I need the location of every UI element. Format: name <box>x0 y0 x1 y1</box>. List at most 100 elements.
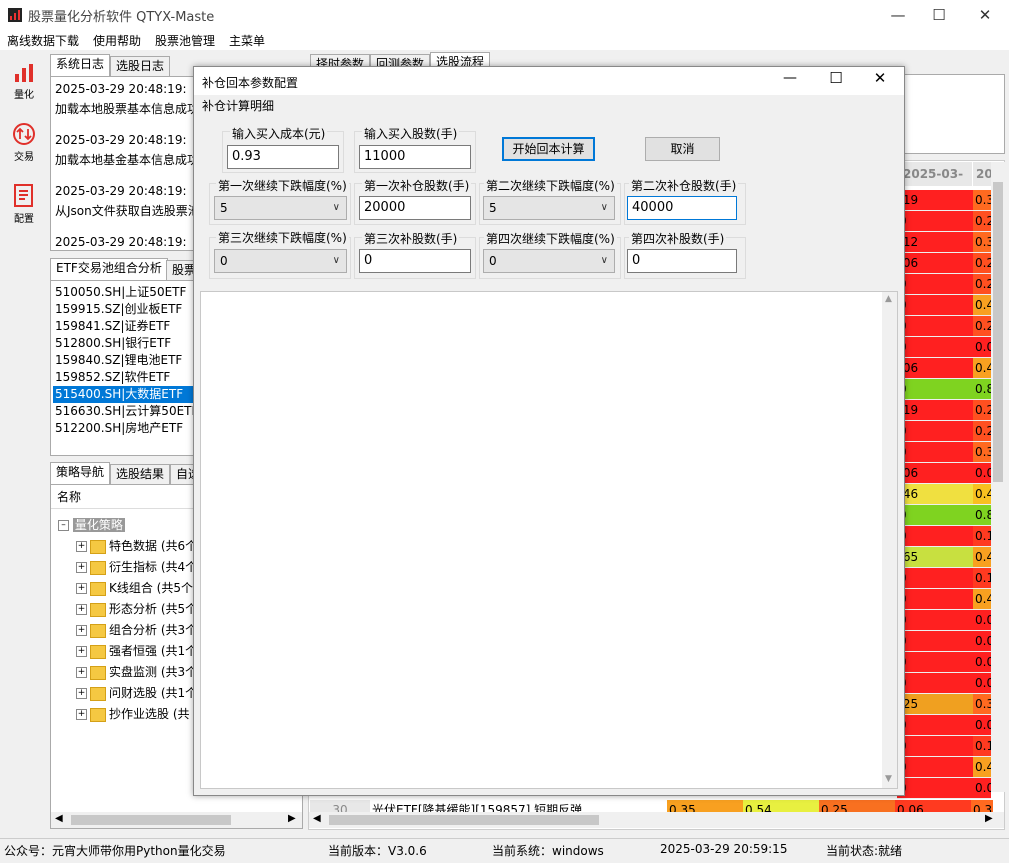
table-cell: 0.4 <box>973 358 991 379</box>
menu-help[interactable]: 使用帮助 <box>93 32 141 49</box>
tab-strategy-nav[interactable]: 策略导航 <box>50 462 111 484</box>
toolbar-trade-button[interactable]: 交易 <box>4 118 44 174</box>
collapse-icon[interactable]: – <box>58 520 69 531</box>
drop3-select[interactable]: 0 ∨ <box>214 249 347 273</box>
table-hscrollbar[interactable]: ◀ ▶ <box>309 812 1004 828</box>
table-cell: 0.0 <box>973 631 991 652</box>
scroll-right-icon[interactable]: ▶ <box>985 813 993 824</box>
expand-icon[interactable]: + <box>76 625 87 636</box>
toolbar-config-button[interactable]: 配置 <box>4 180 44 236</box>
menu-main[interactable]: 主菜单 <box>229 32 265 49</box>
tree-item[interactable]: + 强者恒强 (共1个 <box>76 641 196 662</box>
table-cell: 0.8 <box>973 379 991 400</box>
tree-item[interactable]: + 抄作业选股 (共 <box>76 704 196 725</box>
scroll-thumb[interactable] <box>993 182 1003 482</box>
drop1-label: 第一次继续下跌幅度(%) <box>216 177 349 194</box>
expand-icon[interactable]: + <box>76 667 87 678</box>
cost-input[interactable]: 0.93 <box>227 145 339 169</box>
table-cell: .06 <box>897 358 973 379</box>
result-textarea[interactable] <box>200 291 898 789</box>
drop4-label: 第四次继续下跌幅度(%) <box>484 230 617 247</box>
table-cell: 0 <box>897 715 973 736</box>
expand-icon[interactable]: + <box>76 646 87 657</box>
tab-stock-results[interactable]: 选股结果 <box>110 464 171 484</box>
folder-icon <box>90 707 106 722</box>
scroll-thumb[interactable] <box>329 815 599 825</box>
table-cell: .06 <box>897 253 973 274</box>
table-cell: .19 <box>897 400 973 421</box>
table-cell: 0.2 <box>973 211 991 232</box>
status-public-account: 公众号：元宵大师带你用Python量化交易 <box>4 844 226 858</box>
scroll-up-icon[interactable]: ▲ <box>885 294 892 304</box>
drop2-select[interactable]: 5 ∨ <box>483 196 615 220</box>
shares-input[interactable]: 11000 <box>359 145 471 169</box>
drop3-value: 0 <box>220 254 228 268</box>
drop1-value: 5 <box>220 201 228 215</box>
scroll-down-icon[interactable]: ▼ <box>885 774 892 784</box>
tree-root-label: 量化策略 <box>72 518 125 532</box>
add1-label: 第一次补仓股数(手) <box>362 177 472 194</box>
drop3-label: 第三次继续下跌幅度(%) <box>216 229 349 246</box>
table-cell: 0.0 <box>973 610 991 631</box>
drop4-select[interactable]: 0 ∨ <box>483 249 615 273</box>
expand-icon[interactable]: + <box>76 709 87 720</box>
expand-icon[interactable]: + <box>76 541 87 552</box>
tree-item[interactable]: + 特色数据 (共6个 <box>76 536 196 557</box>
document-icon <box>14 184 33 207</box>
add1-input[interactable]: 20000 <box>359 196 471 220</box>
table-cell: 0 <box>897 379 973 400</box>
tab-etf-analysis[interactable]: ETF交易池组合分析 <box>50 258 168 280</box>
add3-input[interactable]: 0 <box>359 249 471 273</box>
tree-item[interactable]: + 形态分析 (共5个 <box>76 599 196 620</box>
tree-item-label: 组合分析 (共3个 <box>109 623 196 637</box>
menu-offline-download[interactable]: 离线数据下载 <box>7 32 79 49</box>
refill-config-dialog: 补仓回本参数配置 — ☐ ✕ 补仓计算明细 输入买入成本(元) 0.93 输入买… <box>193 66 905 796</box>
table-cell: 0.2 <box>973 316 991 337</box>
scroll-thumb[interactable] <box>71 815 231 825</box>
dialog-minimize-button[interactable]: — <box>772 70 808 86</box>
tree-item[interactable]: + 衍生指标 (共4个 <box>76 557 196 578</box>
tab-stock-log[interactable]: 选股日志 <box>110 56 171 76</box>
minimize-button[interactable]: — <box>875 0 921 30</box>
toolbar-config-label: 配置 <box>14 214 34 225</box>
toolbar-quant-label: 量化 <box>14 90 34 101</box>
expand-icon[interactable]: + <box>76 583 87 594</box>
tree-item-label: 衍生指标 (共4个 <box>109 560 196 574</box>
folder-icon <box>90 623 106 638</box>
maximize-button[interactable]: ☐ <box>916 0 962 30</box>
table-cell: .46 <box>897 484 973 505</box>
scroll-left-icon[interactable]: ◀ <box>55 813 63 824</box>
scroll-left-icon[interactable]: ◀ <box>313 813 321 824</box>
dialog-maximize-button[interactable]: ☐ <box>818 69 854 87</box>
table-cell: 0.0 <box>973 673 991 694</box>
dialog-section-title: 补仓计算明细 <box>202 99 275 113</box>
scroll-right-icon[interactable]: ▶ <box>288 813 296 824</box>
add4-input[interactable]: 0 <box>627 249 737 273</box>
table-vscrollbar[interactable] <box>991 162 1005 792</box>
chevron-down-icon: ∨ <box>332 255 340 266</box>
tree-root[interactable]: – 量化策略 <box>58 515 125 536</box>
expand-icon[interactable]: + <box>76 688 87 699</box>
table-cell: 0 <box>897 337 973 358</box>
result-vscrollbar[interactable]: ▲ ▼ <box>882 292 897 788</box>
expand-icon[interactable]: + <box>76 562 87 573</box>
add4-label: 第四次补股数(手) <box>629 230 727 247</box>
tab-stock[interactable]: 股票 <box>166 260 196 280</box>
add2-input[interactable]: 40000 <box>627 196 737 220</box>
close-button[interactable]: ✕ <box>962 0 1008 30</box>
tab-system-log[interactable]: 系统日志 <box>50 54 111 76</box>
tree-item[interactable]: + 问财选股 (共1个 <box>76 683 196 704</box>
tree-item[interactable]: + 实盘监测 (共3个 <box>76 662 196 683</box>
table-cell: 0.0 <box>973 652 991 673</box>
menu-stock-pool[interactable]: 股票池管理 <box>155 32 215 49</box>
tree-item[interactable]: + 组合分析 (共3个 <box>76 620 196 641</box>
tree-item[interactable]: + K线组合 (共5个 <box>76 578 196 599</box>
tree-hscrollbar[interactable]: ◀ ▶ <box>51 812 302 828</box>
start-calc-button[interactable]: 开始回本计算 <box>502 137 595 161</box>
dialog-close-button[interactable]: ✕ <box>862 69 898 87</box>
cancel-button[interactable]: 取消 <box>645 137 720 161</box>
expand-icon[interactable]: + <box>76 604 87 615</box>
table-cell: 0.2 <box>973 274 991 295</box>
toolbar-quant-button[interactable]: 量化 <box>4 58 44 114</box>
drop1-select[interactable]: 5 ∨ <box>214 196 347 220</box>
